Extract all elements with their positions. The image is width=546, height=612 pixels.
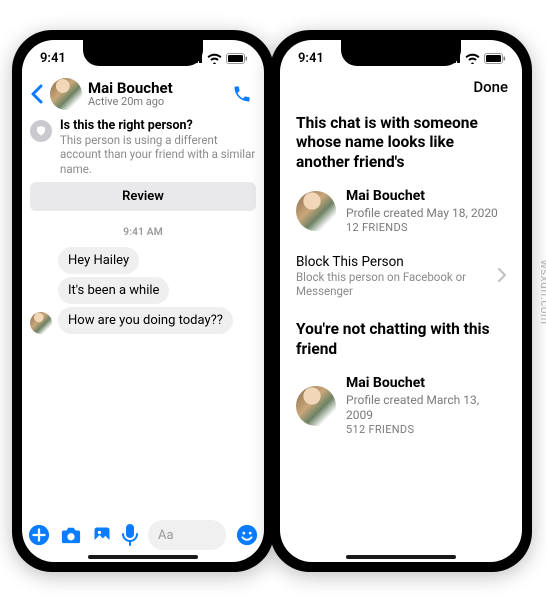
messages: Hey Hailey It's been a while How are you… (22, 247, 264, 334)
message-row: It's been a while (30, 277, 256, 304)
avatar (296, 386, 336, 426)
message-input[interactable]: Aa (148, 520, 226, 550)
wifi-icon (207, 53, 222, 64)
input-placeholder: Aa (158, 528, 174, 543)
home-indicator[interactable] (346, 555, 456, 559)
done-button[interactable]: Done (473, 78, 508, 96)
notch (341, 40, 461, 66)
message-bubble[interactable]: How are you doing today?? (58, 307, 233, 334)
watermark: wsxdn.com (538, 260, 546, 325)
message-row: How are you doing today?? (30, 307, 256, 334)
warning-body: This person is using a different account… (60, 133, 256, 176)
gallery-button[interactable] (92, 525, 112, 545)
warning-card: Is this the right person? This person is… (30, 118, 256, 176)
back-button[interactable] (30, 84, 44, 104)
message-bubble[interactable]: It's been a while (58, 277, 169, 304)
warning-heading: This chat is with someone whose name loo… (296, 114, 506, 172)
mic-button[interactable] (122, 524, 138, 546)
phone-left: 9:41 Mai Bouchet Active 20m ago (12, 30, 274, 572)
call-button[interactable] (232, 84, 254, 104)
warning-title: Is this the right person? (60, 118, 256, 133)
profile-name: Mai Bouchet (346, 188, 498, 206)
profile-name: Mai Bouchet (346, 375, 506, 393)
chat-subtitle: Active 20m ago (88, 96, 226, 108)
phone-right: 9:41 Done This chat is with someone whos… (270, 30, 532, 572)
chat-header: Mai Bouchet Active 20m ago (22, 76, 264, 116)
message-bubble[interactable]: Hey Hailey (58, 247, 139, 274)
timestamp: 9:41 AM (22, 211, 264, 244)
block-person-button[interactable]: Block This Person Block this person on F… (280, 244, 522, 300)
avatar (296, 191, 336, 231)
message-row: Hey Hailey (30, 247, 256, 274)
status-time: 9:41 (298, 51, 324, 66)
notch (83, 40, 203, 66)
profile-created: Profile created May 18, 2020 (346, 206, 498, 221)
avatar[interactable] (30, 312, 52, 334)
profile-friends: 512 FRIENDS (346, 423, 506, 437)
battery-icon (226, 53, 248, 64)
review-button[interactable]: Review (30, 182, 256, 211)
battery-icon (484, 53, 506, 64)
add-button[interactable] (28, 524, 50, 546)
camera-button[interactable] (60, 525, 82, 545)
emoji-button[interactable] (236, 524, 258, 546)
profile-friends: 12 FRIENDS (346, 221, 498, 235)
chevron-right-icon (498, 267, 506, 286)
block-title: Block This Person (296, 254, 490, 270)
wifi-icon (465, 53, 480, 64)
block-subtitle: Block this person on Facebook or Messeng… (296, 270, 490, 298)
shield-icon (30, 120, 52, 142)
composer: Aa (22, 514, 264, 558)
status-time: 9:41 (40, 51, 66, 66)
profile-created: Profile created March 13, 2009 (346, 393, 506, 423)
suspicious-profile[interactable]: Mai Bouchet Profile created May 18, 2020… (296, 182, 506, 244)
known-friend-profile[interactable]: Mai Bouchet Profile created March 13, 20… (296, 369, 506, 446)
chat-name[interactable]: Mai Bouchet (88, 80, 226, 97)
home-indicator[interactable] (88, 555, 198, 559)
known-friend-heading: You're not chatting with this friend (296, 320, 506, 359)
avatar[interactable] (50, 78, 82, 110)
